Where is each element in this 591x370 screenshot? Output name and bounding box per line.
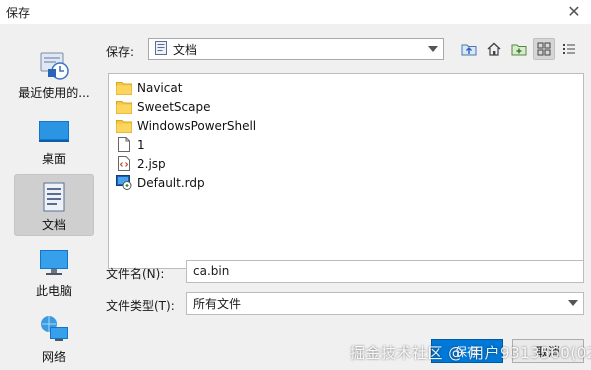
place-label: 文档 [41,218,66,232]
location-dropdown[interactable]: 文档 [148,38,444,60]
list-item[interactable]: Navicat [109,78,583,97]
file-name: SweetScape [137,99,211,114]
network-icon [37,313,71,345]
details-view-icon [563,44,575,54]
chevron-down-icon [568,300,578,306]
file-icon [116,137,132,153]
home-icon [487,42,501,56]
up-folder-icon [461,44,477,56]
filetype-label: 文件类型(T): [106,299,175,313]
documents-icon [37,181,71,213]
place-this-pc[interactable]: 此电脑 [14,240,94,302]
computer-icon [37,247,71,279]
place-label: 网络 [41,350,66,364]
dialog-body: 最近使用的... 桌面 文档 此电脑 网络 保存: 文档 Navicat Swe… [0,24,591,370]
recent-icon [37,49,71,81]
list-item[interactable]: WindowsPowerShell [109,116,583,135]
remote-desktop-icon [116,175,132,191]
location-value: 文档 [173,42,198,57]
filename-label: 文件名(N): [106,267,165,281]
place-label: 桌面 [41,152,66,166]
file-name: 2.jsp [137,156,166,171]
folder-icon [116,99,132,115]
place-label: 此电脑 [35,284,72,298]
new-folder-button[interactable] [508,38,530,60]
home-button[interactable] [483,38,505,60]
watermark: 掘金技术社区 @ 用户9313560(0274 [350,344,591,362]
list-item[interactable]: 2.jsp [109,154,583,173]
folder-icon [116,80,132,96]
list-item[interactable]: 1 [109,135,583,154]
close-button[interactable]: ✕ [563,2,585,22]
list-item[interactable]: Default.rdp [109,173,583,192]
list-view-icon [537,42,551,56]
documents-icon [155,40,167,58]
file-name: 1 [137,137,145,152]
window-title: 保存 [6,6,31,20]
list-item[interactable]: SweetScape [109,97,583,116]
filetype-dropdown[interactable]: 所有文件 [186,292,584,315]
place-label: 最近使用的... [18,86,90,100]
file-name: WindowsPowerShell [137,118,257,133]
file-name: Default.rdp [137,175,205,190]
file-list[interactable]: Navicat SweetScape WindowsPowerShell 1 2… [108,73,584,269]
title-bar: 保存 ✕ [0,0,591,24]
folder-icon [116,118,132,134]
toolbar [458,38,580,60]
place-network[interactable]: 网络 [14,306,94,368]
chevron-down-icon [428,46,438,52]
up-folder-button[interactable] [458,38,480,60]
place-recent[interactable]: 最近使用的... [14,42,94,104]
new-folder-icon [511,44,527,56]
filetype-value: 所有文件 [193,297,242,311]
code-file-icon [116,156,132,172]
desktop-icon [37,115,71,147]
file-name: Navicat [137,80,183,95]
place-documents[interactable]: 文档 [14,174,94,236]
places-bar: 最近使用的... 桌面 文档 此电脑 网络 [14,42,94,370]
place-desktop[interactable]: 桌面 [14,108,94,170]
list-view-button[interactable] [533,38,555,60]
save-in-label: 保存: [106,45,135,59]
details-view-button[interactable] [558,38,580,60]
filename-field[interactable]: ca.bin [186,260,584,283]
